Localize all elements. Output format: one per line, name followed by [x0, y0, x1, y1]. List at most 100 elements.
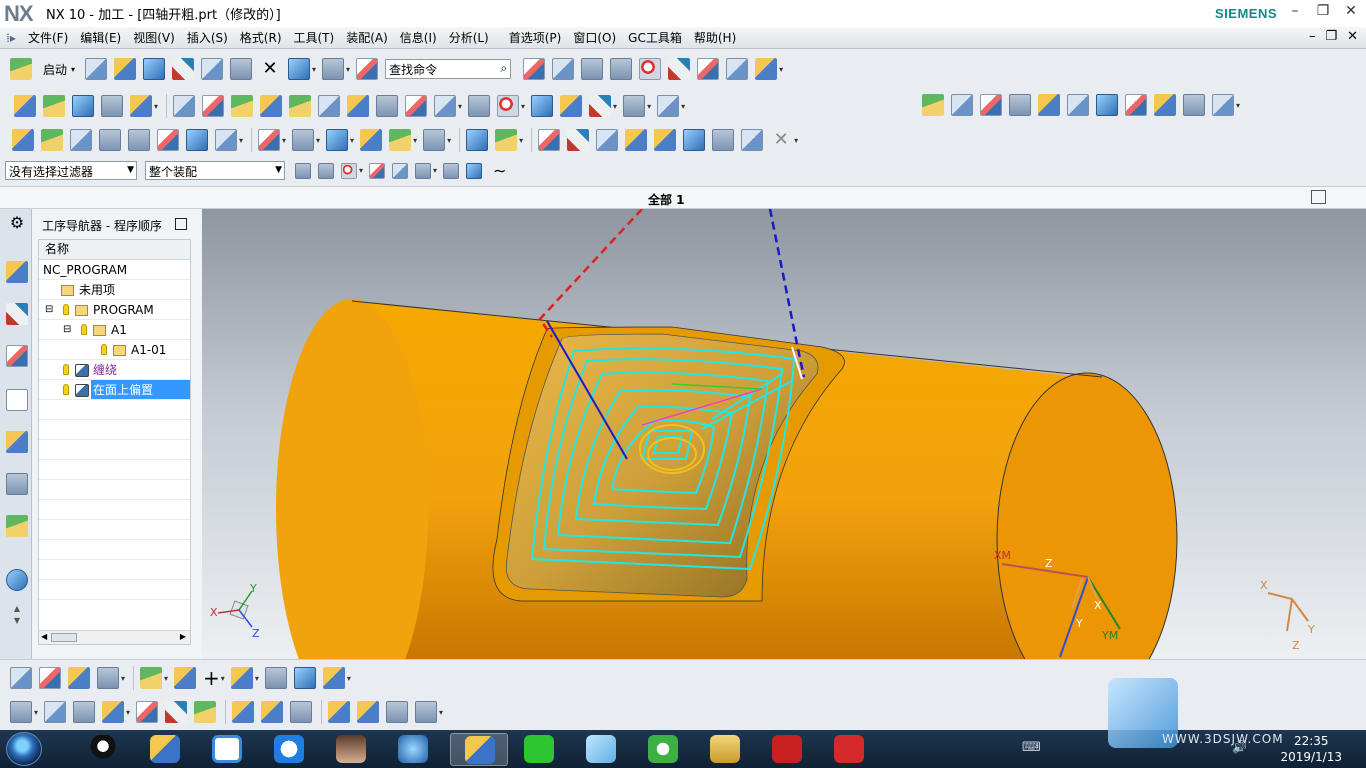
tree-row-unused[interactable]: 未用项	[39, 280, 190, 300]
information-icon[interactable]	[356, 58, 379, 80]
menu-info[interactable]: 信息(I)	[394, 29, 443, 46]
library-icon[interactable]	[6, 515, 28, 537]
plane-datum-icon[interactable]	[230, 667, 253, 689]
cut-icon[interactable]	[172, 58, 195, 80]
minimize-icon[interactable]: –	[1288, 3, 1302, 19]
taskbar-nx-active[interactable]	[450, 733, 508, 766]
tree-row-wrap[interactable]: 缠绕	[39, 360, 190, 380]
mate-icon[interactable]	[97, 667, 119, 689]
point-icon[interactable]	[625, 129, 648, 151]
show-hide-icon[interactable]	[567, 129, 590, 151]
search-icon[interactable]: ⌕	[500, 61, 507, 76]
operation-nav-icon[interactable]	[6, 389, 28, 411]
list-icon[interactable]	[1009, 94, 1031, 116]
move-component-icon[interactable]	[495, 129, 518, 151]
assembly-scope-select[interactable]: 整个装配 ▼	[145, 161, 285, 180]
pattern-icon[interactable]	[261, 701, 284, 723]
copy-icon[interactable]	[201, 58, 224, 80]
paste-object-icon[interactable]	[99, 129, 121, 151]
route-icon[interactable]	[386, 701, 409, 723]
doc-restore-icon[interactable]: ❐	[1325, 29, 1337, 44]
workpiece-icon[interactable]	[468, 95, 491, 117]
shaded-cube-icon[interactable]	[326, 129, 349, 151]
eraser-icon[interactable]	[443, 162, 460, 179]
circle-icon[interactable]	[654, 129, 677, 151]
taskbar-sketchup[interactable]	[392, 733, 434, 766]
constraint-nav-icon[interactable]	[6, 303, 28, 325]
export-icon[interactable]	[1212, 94, 1234, 116]
maximize-view-icon[interactable]	[1311, 190, 1326, 204]
delete-object-icon[interactable]	[157, 129, 179, 151]
clip-section-icon[interactable]	[389, 129, 412, 151]
menu-file[interactable]: 文件(F)	[22, 29, 74, 46]
extract-icon[interactable]	[264, 667, 287, 689]
collapse-icon[interactable]: ⊟	[45, 300, 53, 320]
delete-icon[interactable]: ✕	[259, 58, 281, 80]
graphics-viewport[interactable]: XM Z X YM Y Y X Z X Y Z	[202, 209, 1366, 659]
select-point-icon[interactable]	[318, 162, 334, 179]
snap-icon[interactable]	[341, 162, 357, 179]
plane-icon[interactable]	[683, 129, 706, 151]
view-options-icon[interactable]	[755, 58, 778, 80]
start-button[interactable]: 启动 ▾	[10, 58, 75, 80]
new-component-icon[interactable]	[68, 667, 90, 689]
settings-gear-icon[interactable]: ⚙	[6, 213, 28, 235]
rename-icon[interactable]	[186, 129, 208, 151]
part-nav-icon[interactable]	[6, 345, 28, 367]
assembly-nav-toggle-icon[interactable]	[10, 667, 32, 689]
edit-section-icon[interactable]	[360, 129, 383, 151]
taskbar-iqiyi[interactable]	[518, 733, 560, 766]
taskbar-qq[interactable]	[82, 733, 124, 766]
taskbar-game[interactable]	[330, 733, 372, 766]
tool-display-icon[interactable]	[596, 129, 619, 151]
collision-icon[interactable]	[980, 94, 1002, 116]
plus-icon[interactable]: +	[203, 666, 220, 690]
curve-rule-icon[interactable]	[369, 162, 386, 179]
background-icon[interactable]	[423, 129, 446, 151]
transform-icon[interactable]	[497, 95, 520, 117]
menu-assembly[interactable]: 装配(A)	[340, 29, 394, 46]
taskbar-k-app[interactable]	[268, 733, 310, 766]
tree-row-offset-on-face[interactable]: 在面上偏置	[39, 380, 190, 400]
assembly-nav-icon[interactable]	[6, 261, 28, 283]
distance-icon[interactable]	[657, 95, 680, 117]
open-folder-icon[interactable]	[114, 58, 137, 80]
column-header-name[interactable]: 名称	[39, 240, 190, 260]
tree-row-a1[interactable]: ⊟ A1	[39, 320, 190, 340]
menu-help[interactable]: 帮助(H)	[688, 29, 742, 46]
check-icon[interactable]	[922, 94, 944, 116]
scroll-thumb[interactable]	[51, 633, 77, 642]
render-style-icon[interactable]	[292, 129, 315, 151]
toggle-select-icon[interactable]	[581, 58, 604, 80]
taskbar-baidu-cloud[interactable]	[206, 733, 248, 766]
edit-object-icon[interactable]	[12, 129, 34, 151]
postprocess-icon[interactable]	[376, 95, 399, 117]
chain-icon[interactable]	[174, 667, 197, 689]
menu-preferences[interactable]: 首选项(P)	[503, 29, 568, 46]
filter-icon[interactable]	[538, 129, 561, 151]
coordinate-icon[interactable]	[712, 129, 735, 151]
mirror-icon[interactable]	[165, 701, 188, 723]
filter-settings-icon[interactable]	[295, 162, 311, 179]
taskbar-explorer[interactable]	[704, 733, 746, 766]
tool-icon[interactable]	[560, 95, 583, 117]
command-search-input[interactable]: 查找命令 ⌕	[385, 59, 512, 79]
box-icon[interactable]	[293, 667, 316, 689]
tree-row-program[interactable]: ⊟ PROGRAM	[39, 300, 190, 320]
collapse-icon[interactable]: ⊟	[63, 320, 71, 340]
system-clock[interactable]: 22:35 2019/1/13	[1280, 733, 1342, 765]
document-icon[interactable]	[1096, 94, 1118, 116]
tool-list-icon[interactable]	[1154, 94, 1176, 116]
keyboard-icon[interactable]: ⌨	[1022, 740, 1041, 755]
undo-icon[interactable]	[288, 58, 311, 80]
report-icon[interactable]	[1067, 94, 1089, 116]
copy-object-icon[interactable]	[70, 129, 92, 151]
reuse-library-icon[interactable]	[6, 473, 28, 495]
output-cls-icon[interactable]	[434, 95, 457, 117]
polygon-icon[interactable]	[392, 162, 409, 179]
lasso-icon[interactable]	[552, 58, 575, 80]
navigator-maximize-icon[interactable]	[175, 218, 187, 230]
display-icon[interactable]	[697, 58, 720, 80]
doc-minimize-icon[interactable]: –	[1309, 29, 1316, 44]
menu-view[interactable]: 视图(V)	[127, 29, 181, 46]
